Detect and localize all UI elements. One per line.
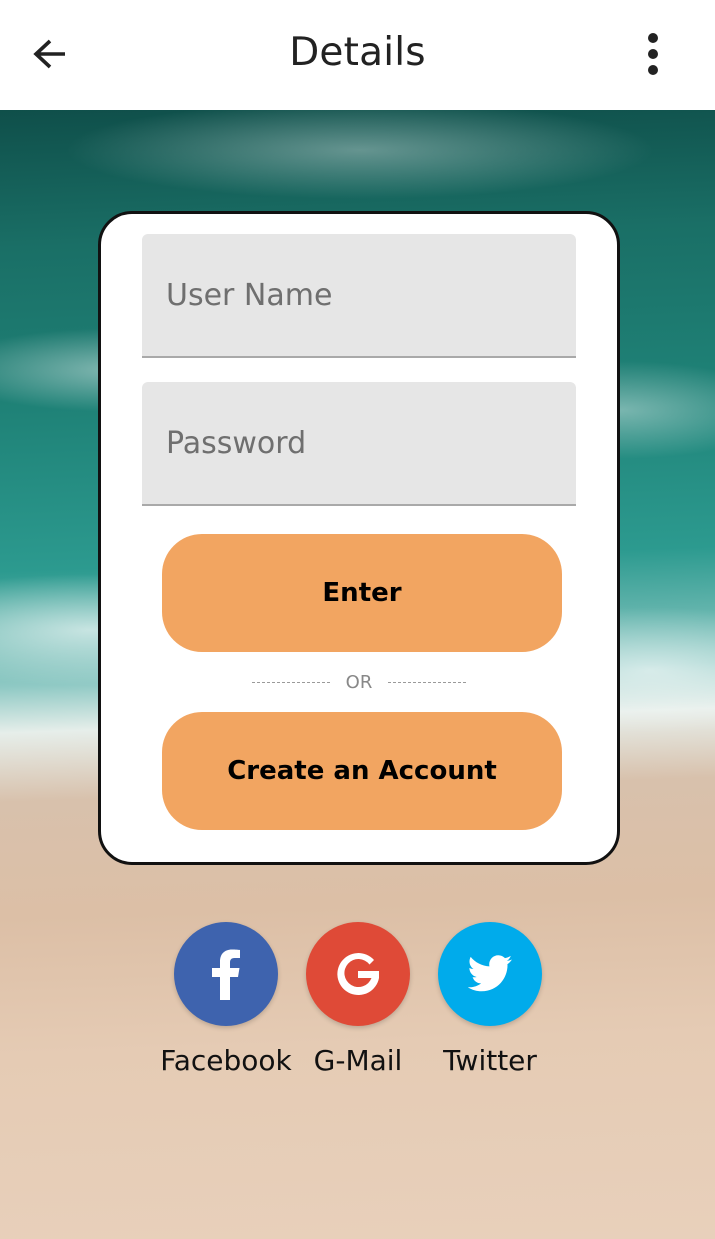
username-field[interactable] — [142, 234, 576, 358]
more-vertical-icon — [648, 33, 658, 43]
more-vertical-icon-dot — [648, 49, 658, 59]
page-title: Details — [289, 30, 426, 75]
username-input[interactable] — [142, 234, 576, 356]
password-input[interactable] — [142, 382, 576, 504]
divider-line-right — [388, 682, 467, 683]
google-icon — [337, 953, 379, 996]
create-account-button[interactable]: Create an Account — [162, 712, 562, 830]
facebook-icon — [212, 949, 240, 1000]
twitter-label: Twitter — [443, 1044, 537, 1077]
gmail-button[interactable] — [306, 922, 410, 1026]
enter-button[interactable]: Enter — [162, 534, 562, 652]
login-card: Enter OR Create an Account — [98, 211, 620, 865]
or-divider: OR — [101, 672, 617, 693]
gmail-label: G-Mail — [313, 1044, 403, 1077]
details-screen: Details Enter OR Create an Account — [0, 0, 715, 1239]
more-vertical-icon-dot — [648, 65, 658, 75]
twitter-button[interactable] — [438, 922, 542, 1026]
twitter-icon — [468, 955, 512, 992]
facebook-button[interactable] — [174, 922, 278, 1026]
divider-line-left — [251, 682, 330, 683]
more-options-button[interactable] — [628, 28, 678, 80]
password-field[interactable] — [142, 382, 576, 506]
app-bar: Details — [0, 0, 715, 110]
facebook-label: Facebook — [160, 1044, 292, 1077]
divider-text: OR — [345, 672, 373, 693]
